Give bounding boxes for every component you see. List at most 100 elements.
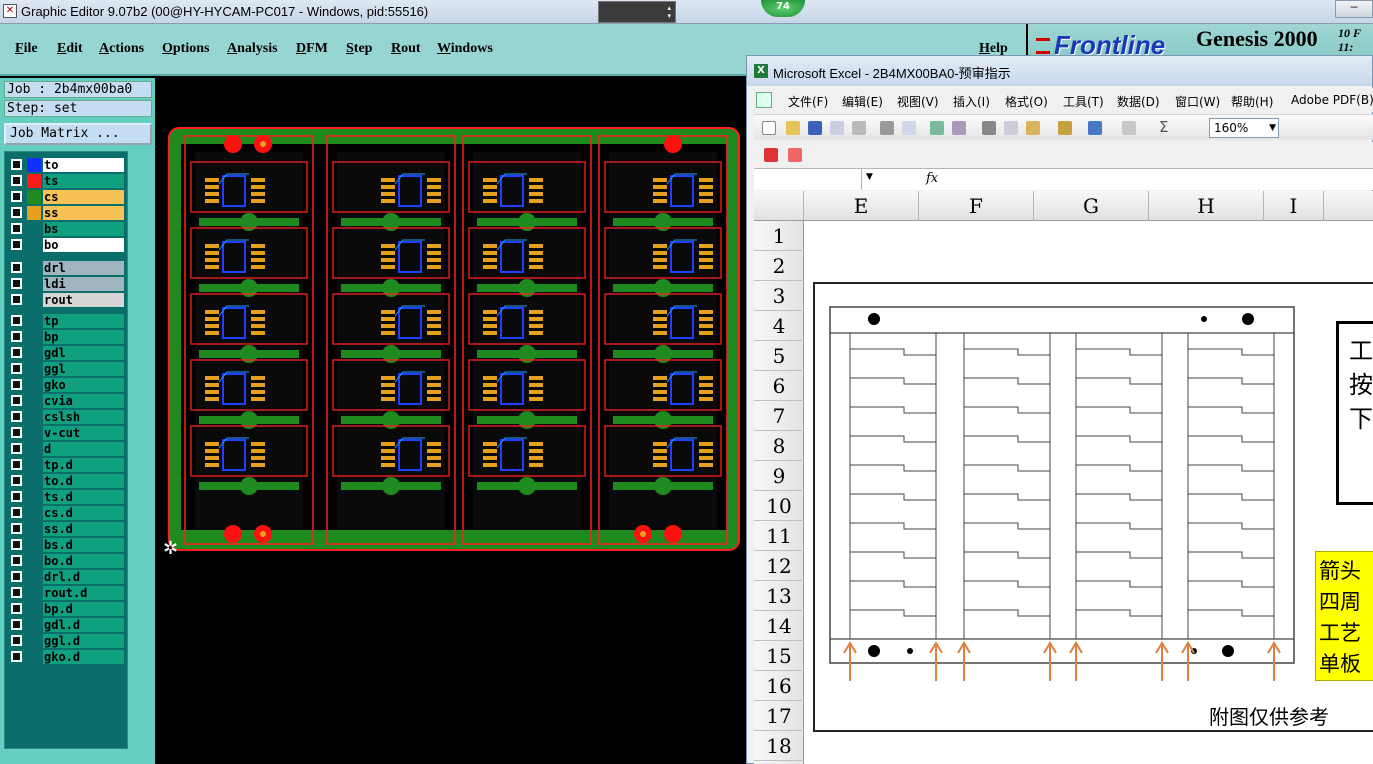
- layer-row-bs[interactable]: bs: [8, 221, 126, 237]
- layer-name[interactable]: rout: [43, 293, 124, 307]
- layer-name[interactable]: v-cut: [43, 426, 124, 440]
- layer-row-v-cut[interactable]: v-cut: [8, 425, 126, 441]
- layer-row-bs-d[interactable]: bs.d: [8, 537, 126, 553]
- layer-checkbox[interactable]: [11, 191, 22, 202]
- xl-menu-file[interactable]: 文件(F): [788, 93, 828, 110]
- save-icon[interactable]: [808, 121, 822, 135]
- layer-checkbox[interactable]: [11, 587, 22, 598]
- row-header-2[interactable]: 2: [754, 251, 804, 281]
- layer-checkbox[interactable]: [11, 523, 22, 534]
- layer-name[interactable]: d: [43, 442, 124, 456]
- layer-color-swatch[interactable]: [27, 410, 41, 424]
- layer-checkbox[interactable]: [11, 331, 22, 342]
- layer-row-gko-d[interactable]: gko.d: [8, 649, 126, 665]
- layer-checkbox[interactable]: [11, 603, 22, 614]
- layer-name[interactable]: bp: [43, 330, 124, 344]
- layer-name[interactable]: ggl: [43, 362, 124, 376]
- xl-menu-help[interactable]: 帮助(H): [1231, 93, 1273, 110]
- new-icon[interactable]: [762, 121, 776, 135]
- layer-name[interactable]: drl.d: [43, 570, 124, 584]
- layer-name[interactable]: tp: [43, 314, 124, 328]
- sheet-icon[interactable]: [756, 92, 772, 108]
- layer-row-rout-d[interactable]: rout.d: [8, 585, 126, 601]
- layer-name[interactable]: drl: [43, 261, 124, 275]
- layer-color-swatch[interactable]: [27, 206, 41, 220]
- menu-step[interactable]: Step: [346, 41, 372, 57]
- layer-checkbox[interactable]: [11, 571, 22, 582]
- row-header-9[interactable]: 9: [754, 461, 804, 491]
- layer-color-swatch[interactable]: [27, 222, 41, 236]
- column-header-i[interactable]: I: [1264, 191, 1324, 221]
- menu-windows[interactable]: Windows: [437, 41, 493, 57]
- row-header-16[interactable]: 16: [754, 671, 804, 701]
- row-header-3[interactable]: 3: [754, 281, 804, 311]
- print-preview-icon[interactable]: [902, 121, 916, 135]
- layer-row-gdl[interactable]: gdl: [8, 345, 126, 361]
- layer-color-swatch[interactable]: [27, 190, 41, 204]
- layer-checkbox[interactable]: [11, 443, 22, 454]
- layer-name[interactable]: gko: [43, 378, 124, 392]
- layer-name[interactable]: to.d: [43, 474, 124, 488]
- email-icon[interactable]: [852, 121, 866, 135]
- layer-name[interactable]: bp.d: [43, 602, 124, 616]
- layer-checkbox[interactable]: [11, 539, 22, 550]
- layer-row-bo-d[interactable]: bo.d: [8, 553, 126, 569]
- row-header-14[interactable]: 14: [754, 611, 804, 641]
- format-painter-icon[interactable]: [1058, 121, 1072, 135]
- menu-rout[interactable]: Rout: [391, 41, 421, 57]
- column-header-g[interactable]: G: [1034, 191, 1149, 221]
- layer-checkbox[interactable]: [11, 635, 22, 646]
- copy-icon[interactable]: [1004, 121, 1018, 135]
- layer-color-swatch[interactable]: [27, 522, 41, 536]
- layer-checkbox[interactable]: [11, 411, 22, 422]
- layer-name[interactable]: rout.d: [43, 586, 124, 600]
- layer-row-ts[interactable]: ts: [8, 173, 126, 189]
- layer-color-swatch[interactable]: [27, 474, 41, 488]
- layer-name[interactable]: cvia: [43, 394, 124, 408]
- row-header-12[interactable]: 12: [754, 551, 804, 581]
- layer-name[interactable]: ts: [43, 174, 124, 188]
- layer-color-swatch[interactable]: [27, 238, 41, 252]
- layer-name[interactable]: gko.d: [43, 650, 124, 664]
- layer-color-swatch[interactable]: [27, 442, 41, 456]
- layer-row-cs[interactable]: cs: [8, 189, 126, 205]
- chevron-down-icon[interactable]: ▼: [866, 172, 873, 182]
- layer-row-ldi[interactable]: ldi: [8, 276, 126, 292]
- layer-checkbox[interactable]: [11, 555, 22, 566]
- layer-name[interactable]: ggl.d: [43, 634, 124, 648]
- job-matrix-button[interactable]: Job Matrix ...: [4, 123, 152, 145]
- layer-color-swatch[interactable]: [27, 158, 41, 172]
- layer-row-ggl-d[interactable]: ggl.d: [8, 633, 126, 649]
- layer-row-cvia[interactable]: cvia: [8, 393, 126, 409]
- redo-icon[interactable]: [1122, 121, 1136, 135]
- menu-file[interactable]: File: [15, 41, 38, 57]
- layer-color-swatch[interactable]: [27, 554, 41, 568]
- layer-checkbox[interactable]: [11, 315, 22, 326]
- zoom-select[interactable]: 160% ▼: [1209, 118, 1279, 138]
- menu-options[interactable]: Options: [162, 41, 209, 57]
- layer-color-swatch[interactable]: [27, 618, 41, 632]
- taskbar-combo[interactable]: ▴ ▾: [598, 1, 676, 23]
- layer-name[interactable]: to: [43, 158, 124, 172]
- layer-row-drl[interactable]: drl: [8, 260, 126, 276]
- layer-checkbox[interactable]: [11, 475, 22, 486]
- row-header-10[interactable]: 10: [754, 491, 804, 521]
- layer-row-bp[interactable]: bp: [8, 329, 126, 345]
- undo-icon[interactable]: [1088, 121, 1102, 135]
- pdf-email-icon[interactable]: [788, 148, 802, 162]
- layer-color-swatch[interactable]: [27, 174, 41, 188]
- layer-name[interactable]: bs: [43, 222, 124, 236]
- row-header-8[interactable]: 8: [754, 431, 804, 461]
- layer-checkbox[interactable]: [11, 278, 22, 289]
- menu-analysis[interactable]: Analysis: [227, 41, 278, 57]
- row-header-1[interactable]: 1: [754, 221, 804, 251]
- layer-row-to-d[interactable]: to.d: [8, 473, 126, 489]
- row-header-6[interactable]: 6: [754, 371, 804, 401]
- spelling-icon[interactable]: [930, 121, 944, 135]
- column-header-f[interactable]: F: [919, 191, 1034, 221]
- name-box[interactable]: [754, 169, 862, 190]
- layer-row-rout[interactable]: rout: [8, 292, 126, 308]
- layer-row-ggl[interactable]: ggl: [8, 361, 126, 377]
- layer-name[interactable]: ldi: [43, 277, 124, 291]
- permission-icon[interactable]: [830, 121, 844, 135]
